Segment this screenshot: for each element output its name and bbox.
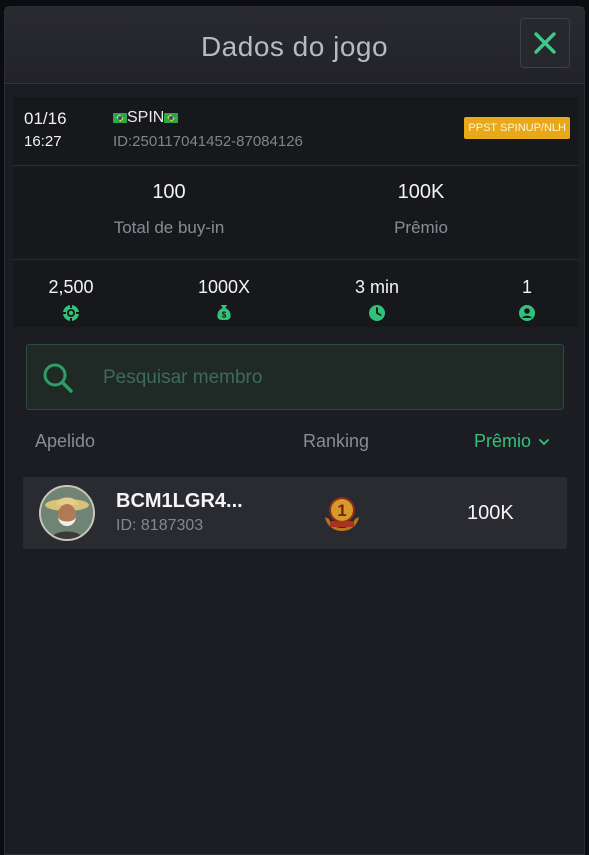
game-id: ID:250117041452-87084126 [113, 133, 303, 150]
divider [13, 259, 578, 260]
player-name: BCM1LGR4... [116, 490, 243, 512]
search-icon [43, 363, 73, 393]
svg-text:$: $ [222, 311, 227, 320]
header: Dados do jogo [5, 7, 584, 84]
game-time: 16:27 [24, 133, 62, 150]
search-input[interactable] [101, 361, 525, 395]
buyin-label: Total de buy-in [113, 218, 225, 237]
rank-number: 1 [337, 501, 346, 520]
prize-label: Prêmio [394, 218, 448, 237]
game-type-label: SPIN [127, 109, 165, 126]
buyin-value: 100 [152, 181, 186, 203]
starting-chips: 2,500 [48, 277, 94, 297]
game-info-card: 01/16 16:27 SPIN ID:250117041452-8708412… [13, 97, 578, 327]
column-prize-label: Prêmio [474, 431, 532, 451]
game-type: SPIN [113, 109, 179, 127]
search-box[interactable] [26, 344, 564, 410]
chip-icon [63, 305, 79, 321]
brazil-flag-icon [164, 112, 179, 123]
table-row[interactable]: BCM1LGR4... ID: 8187303 1 100K [23, 477, 567, 549]
avatar[interactable] [39, 485, 95, 541]
divider [13, 165, 578, 166]
game-tag-badge: PPST SPINUP/NLH [464, 117, 570, 139]
prize-multiplier: 1000X [197, 277, 251, 297]
rank-medal-icon: 1 [325, 497, 359, 531]
player-prize: 100K [467, 502, 514, 524]
chevron-down-icon [539, 439, 549, 446]
column-nickname: Apelido [35, 431, 96, 451]
prize-value: 100K [397, 181, 445, 203]
player-count: 1 [521, 277, 532, 297]
close-icon [534, 32, 556, 54]
game-date: 01/16 [24, 109, 67, 128]
avatar-image [41, 487, 93, 539]
close-button[interactable] [520, 18, 570, 68]
game-duration: 3 min [354, 277, 399, 297]
brazil-flag-icon [113, 112, 127, 123]
clock-icon [369, 305, 385, 321]
user-icon [519, 305, 535, 321]
money-bag-icon: $ [217, 305, 231, 320]
page-title: Dados do jogo [200, 31, 389, 62]
game-data-panel: Dados do jogo 01/16 16:27 SPIN ID:250117… [4, 6, 585, 855]
column-prize-sort[interactable]: Prêmio [474, 431, 550, 452]
player-id: ID: 8187303 [116, 517, 204, 534]
column-ranking[interactable]: Ranking [303, 431, 369, 452]
